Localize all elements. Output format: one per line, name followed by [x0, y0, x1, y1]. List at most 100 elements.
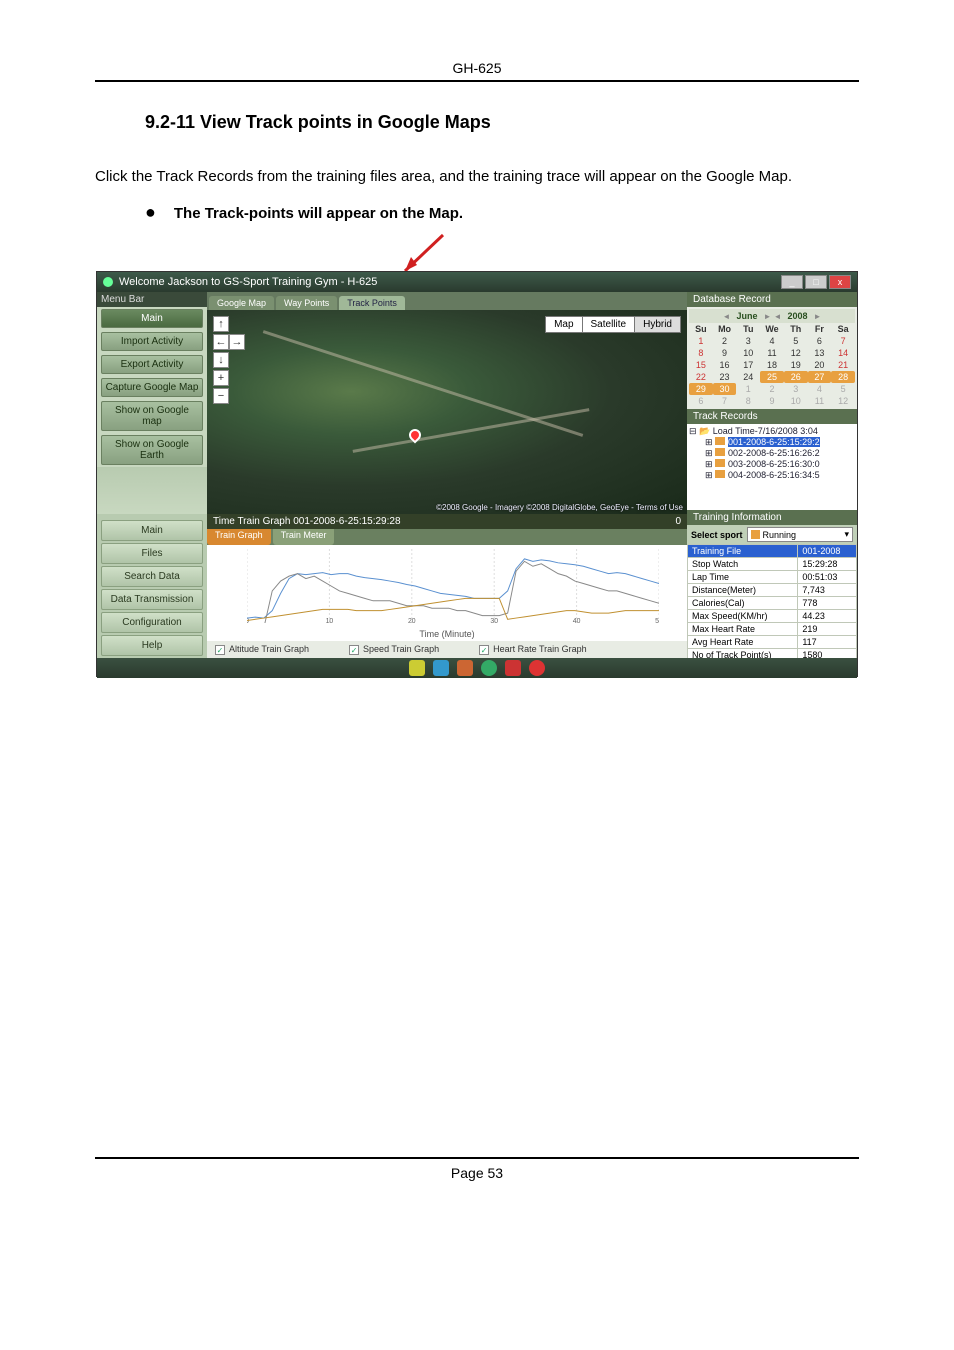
tree-item[interactable]: ⊞ 004-2008-6-25:16:34:5: [689, 470, 855, 481]
cal-prev-icon[interactable]: ◄: [723, 312, 731, 321]
tab-train-meter[interactable]: Train Meter: [273, 529, 335, 545]
cal-day[interactable]: 8: [736, 395, 760, 407]
tab-track-points[interactable]: Track Points: [339, 296, 405, 310]
map-zoom-in-icon[interactable]: +: [213, 370, 229, 386]
cal-day[interactable]: 13: [808, 347, 832, 359]
legend-altitude[interactable]: ✓Altitude Train Graph: [215, 644, 309, 655]
nav-main[interactable]: Main: [101, 520, 203, 541]
cal-day[interactable]: 6: [808, 335, 832, 347]
cal-day[interactable]: 2: [760, 383, 784, 395]
cal-day[interactable]: 3: [784, 383, 808, 395]
toolbar-icon-4[interactable]: [481, 660, 497, 676]
cal-day[interactable]: 17: [736, 359, 760, 371]
minimize-button[interactable]: _: [781, 275, 803, 289]
tree-root[interactable]: ⊟ 📂 Load Time-7/16/2008 3:04: [689, 426, 855, 437]
cal-day[interactable]: 5: [784, 335, 808, 347]
cal-day[interactable]: 16: [713, 359, 737, 371]
cal-day[interactable]: 15: [689, 359, 713, 371]
toolbar-icon-5[interactable]: [505, 660, 521, 676]
cal-day[interactable]: 9: [760, 395, 784, 407]
cal-month: June: [736, 311, 757, 321]
cal-day[interactable]: 12: [784, 347, 808, 359]
center-panel: Google Map Way Points Track Points ↑ ←: [207, 292, 687, 658]
cal-year: 2008: [788, 311, 808, 321]
select-sport-dropdown[interactable]: Running▾: [747, 527, 853, 542]
tree-item[interactable]: ⊞ 003-2008-6-25:16:30:0: [689, 459, 855, 470]
toolbar-close-icon[interactable]: [529, 660, 545, 676]
cal-day[interactable]: 2: [713, 335, 737, 347]
map-up-icon[interactable]: ↑: [213, 316, 229, 332]
cal-next-icon[interactable]: ►: [814, 312, 822, 321]
cal-day[interactable]: 25: [760, 371, 784, 383]
cal-day[interactable]: 21: [831, 359, 855, 371]
nav-data-tx[interactable]: Data Transmission: [101, 589, 203, 610]
cal-day[interactable]: 22: [689, 371, 713, 383]
cal-mid-icon[interactable]: ► ◄: [763, 312, 781, 321]
cal-day-header: Mo: [713, 323, 737, 335]
map-right-icon[interactable]: →: [229, 334, 245, 350]
cal-day[interactable]: 5: [831, 383, 855, 395]
cal-day[interactable]: 8: [689, 347, 713, 359]
map-down-icon[interactable]: ↓: [213, 352, 229, 368]
cal-day[interactable]: 6: [689, 395, 713, 407]
toolbar-icon-3[interactable]: [457, 660, 473, 676]
info-row: Lap Time00:51:03: [688, 571, 857, 584]
sidebar-btn-show-earth[interactable]: Show on Google Earth: [101, 435, 203, 465]
map-zoom-out-icon[interactable]: −: [213, 388, 229, 404]
nav-search[interactable]: Search Data: [101, 566, 203, 587]
map-type-hybrid[interactable]: Hybrid: [634, 316, 681, 333]
maximize-button[interactable]: □: [805, 275, 827, 289]
nav-config[interactable]: Configuration: [101, 612, 203, 633]
cal-day[interactable]: 27: [808, 371, 832, 383]
close-button[interactable]: x: [829, 275, 851, 289]
cal-day[interactable]: 20: [808, 359, 832, 371]
cal-day[interactable]: 11: [760, 347, 784, 359]
cal-day[interactable]: 23: [713, 371, 737, 383]
cal-day[interactable]: 9: [713, 347, 737, 359]
cal-day[interactable]: 4: [760, 335, 784, 347]
info-row: Max Speed(KM/hr)44.23: [688, 610, 857, 623]
cal-day[interactable]: 1: [689, 335, 713, 347]
tab-way-points[interactable]: Way Points: [276, 296, 337, 310]
sidebar-btn-export[interactable]: Export Activity: [101, 355, 203, 374]
svg-text:40: 40: [573, 618, 581, 623]
cal-day[interactable]: 11: [808, 395, 832, 407]
toolbar-icon-2[interactable]: [433, 660, 449, 676]
cal-day[interactable]: 4: [808, 383, 832, 395]
tab-google-map[interactable]: Google Map: [209, 296, 274, 310]
sidebar-btn-import[interactable]: Import Activity: [101, 332, 203, 351]
cal-day[interactable]: 29: [689, 383, 713, 395]
legend-speed[interactable]: ✓Speed Train Graph: [349, 644, 439, 655]
sidebar-btn-capture[interactable]: Capture Google Map: [101, 378, 203, 397]
map-type-satellite[interactable]: Satellite: [582, 316, 636, 333]
cal-day[interactable]: 26: [784, 371, 808, 383]
tree-item[interactable]: ⊞ 002-2008-6-25:16:26:2: [689, 448, 855, 459]
cal-day-header: Fr: [808, 323, 832, 335]
map-left-icon[interactable]: ←: [213, 334, 229, 350]
sidebar-btn-show-map[interactable]: Show on Google map: [101, 401, 203, 431]
toolbar-icon-1[interactable]: [409, 660, 425, 676]
cal-day[interactable]: 24: [736, 371, 760, 383]
tab-train-graph[interactable]: Train Graph: [207, 529, 271, 545]
cal-day[interactable]: 18: [760, 359, 784, 371]
cal-day[interactable]: 3: [736, 335, 760, 347]
legend-hr[interactable]: ✓Heart Rate Train Graph: [479, 644, 587, 655]
cal-day[interactable]: 10: [784, 395, 808, 407]
cal-day[interactable]: 30: [713, 383, 737, 395]
nav-help[interactable]: Help: [101, 635, 203, 656]
window-titlebar: Welcome Jackson to GS-Sport Training Gym…: [97, 272, 857, 292]
cal-day[interactable]: 1: [736, 383, 760, 395]
nav-files[interactable]: Files: [101, 543, 203, 564]
info-row: Training File001-2008: [688, 545, 857, 558]
cal-day[interactable]: 12: [831, 395, 855, 407]
cal-day[interactable]: 7: [713, 395, 737, 407]
cal-day[interactable]: 28: [831, 371, 855, 383]
sidebar-btn-main[interactable]: Main: [101, 309, 203, 328]
cal-day[interactable]: 10: [736, 347, 760, 359]
map-viewport[interactable]: ↑ ← → ↓ + − Map Satellite Hybrid: [207, 310, 687, 514]
map-type-map[interactable]: Map: [545, 316, 582, 333]
cal-day[interactable]: 19: [784, 359, 808, 371]
cal-day[interactable]: 14: [831, 347, 855, 359]
tree-item[interactable]: ⊞ 001-2008-6-25:15:29:2: [689, 437, 855, 448]
cal-day[interactable]: 7: [831, 335, 855, 347]
